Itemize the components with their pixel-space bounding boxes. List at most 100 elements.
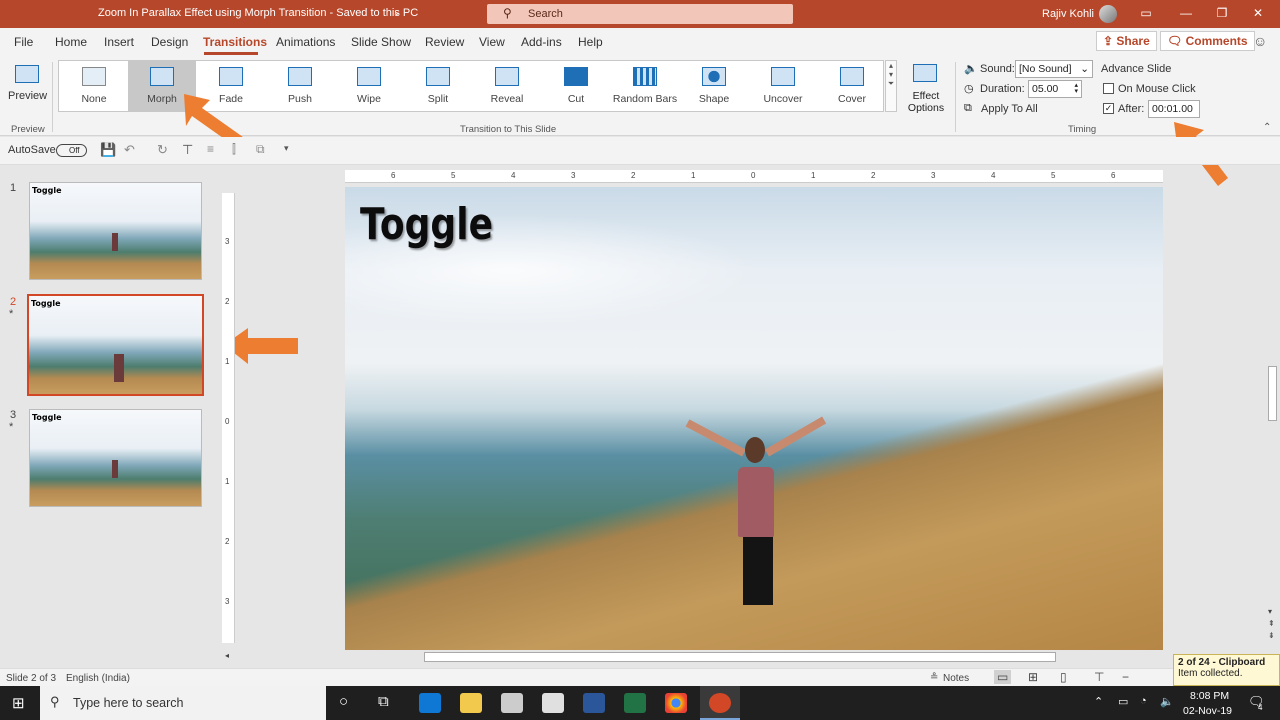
collapse-ribbon-icon[interactable]: ⌃ <box>1263 122 1271 133</box>
avatar[interactable] <box>1099 5 1117 23</box>
scroll-left-icon[interactable]: ◂ <box>225 651 229 660</box>
cut-icon <box>564 67 588 86</box>
slide-thumbnail-pane: 1 Toggle 2 * Toggle 3 * Toggle <box>0 166 218 668</box>
transition-reveal[interactable]: Reveal <box>473 61 541 111</box>
tab-add-ins[interactable]: Add-ins <box>521 35 562 49</box>
normal-view-icon[interactable]: ▭ <box>994 670 1012 684</box>
sound-dropdown[interactable]: [No Sound] ⌄ <box>1015 60 1093 78</box>
mail-icon[interactable] <box>542 693 564 713</box>
transition-cut[interactable]: Cut <box>542 61 610 111</box>
redo-icon[interactable]: ↻ <box>157 142 168 158</box>
tab-transitions[interactable]: Transitions <box>203 35 267 49</box>
notification-count: 4 <box>1258 703 1263 712</box>
on-mouse-click-checkbox[interactable] <box>1103 83 1114 94</box>
store-icon[interactable] <box>501 693 523 713</box>
chrome-icon[interactable] <box>665 693 687 713</box>
distribute-icon[interactable]: ⫿ <box>232 142 236 157</box>
comments-button[interactable]: 🗨 Comments <box>1160 31 1255 51</box>
user-name[interactable]: Rajiv Kohli <box>1042 8 1094 20</box>
smiley-icon[interactable]: ☺ <box>1253 33 1267 49</box>
notes-button[interactable]: Notes <box>943 673 969 684</box>
autosave-label: AutoSave <box>8 144 56 156</box>
taskbar-time[interactable]: 8:08 PM <box>1190 690 1229 702</box>
tab-design[interactable]: Design <box>151 35 188 49</box>
restore-icon[interactable]: ❐ <box>1212 6 1232 22</box>
battery-icon[interactable]: ▭ <box>1118 695 1128 708</box>
minimize-icon[interactable]: — <box>1176 6 1196 22</box>
taskbar-date[interactable]: 02-Nov-19 <box>1183 705 1232 717</box>
tab-insert[interactable]: Insert <box>104 35 134 49</box>
search-box[interactable]: ⚲ Search <box>487 4 793 24</box>
task-view-icon[interactable]: ⧉ <box>378 693 389 710</box>
scroll-page-icons[interactable]: ▾ ⇞ ⇟ <box>1268 606 1275 642</box>
taskbar-search[interactable]: ⚲ Type here to search <box>40 686 326 720</box>
slide-thumbnail-3[interactable]: Toggle <box>29 409 202 507</box>
status-bar: Slide 2 of 3 English (India) ≗ Notes ▭ ⊞… <box>0 668 1280 686</box>
group-icon[interactable]: ⧉ <box>256 142 265 157</box>
slide-sorter-icon[interactable]: ⊞ <box>1028 670 1038 684</box>
powerpoint-task-active[interactable] <box>700 686 740 720</box>
transition-wipe[interactable]: Wipe <box>335 61 403 111</box>
person-head <box>745 437 765 463</box>
horizontal-scrollbar[interactable]: ◂ <box>222 650 1265 664</box>
volume-icon[interactable]: 🔈 <box>1160 695 1174 708</box>
customize-qat-icon[interactable]: ▾ <box>284 143 289 154</box>
vertical-scrollbar[interactable]: ▾ ⇞ ⇟ <box>1265 166 1280 650</box>
transition-label: Cut <box>567 93 585 105</box>
reading-view-icon[interactable]: ▯ <box>1060 670 1067 684</box>
after-time-field[interactable]: 00:01.00 <box>1148 100 1200 118</box>
transition-uncover[interactable]: Uncover <box>749 61 817 111</box>
scroll-thumb[interactable] <box>1268 366 1277 421</box>
cortana-icon[interactable]: ○ <box>339 693 348 710</box>
transition-cover[interactable]: Cover <box>818 61 886 111</box>
language-indicator[interactable]: English (India) <box>66 673 130 684</box>
file-explorer-icon[interactable] <box>460 693 482 713</box>
share-button[interactable]: ⇪ Share <box>1096 31 1157 51</box>
preview-button[interactable]: Preview <box>4 60 48 110</box>
transition-random-bars[interactable]: Random Bars <box>611 61 679 111</box>
slide-thumbnail-1[interactable]: Toggle <box>29 182 202 280</box>
duration-field[interactable]: 05.00 ▴ ▾ <box>1028 80 1082 98</box>
align-icon[interactable]: ≡ <box>207 142 214 156</box>
slide-title[interactable]: Toggle <box>360 199 493 250</box>
spinner-icon[interactable]: ▴ ▾ <box>1074 82 1078 95</box>
autosave-toggle[interactable]: Off <box>56 144 87 157</box>
save-icon[interactable]: 💾 <box>100 142 116 158</box>
speaker-icon: 🔈 <box>964 63 978 75</box>
tab-file[interactable]: File <box>14 35 33 49</box>
tab-help[interactable]: Help <box>578 35 603 49</box>
network-icon[interactable]: ◔ <box>1140 695 1147 707</box>
excel-icon[interactable] <box>624 693 646 713</box>
apply-to-all-button[interactable]: Apply To All <box>981 103 1038 115</box>
clipboard-notification[interactable]: 2 of 24 - Clipboard Item collected. <box>1173 654 1280 686</box>
tab-review[interactable]: Review <box>425 35 464 49</box>
tray-chevron-icon[interactable]: ⌃ <box>1094 695 1103 708</box>
undo-icon[interactable]: ↶ <box>124 142 135 158</box>
tab-view[interactable]: View <box>479 35 505 49</box>
ribbon-display-icon[interactable]: ▭ <box>1136 6 1156 22</box>
person-body <box>738 467 774 537</box>
close-icon[interactable]: ✕ <box>1248 6 1268 22</box>
word-icon[interactable] <box>583 693 605 713</box>
tab-animations[interactable]: Animations <box>276 35 335 49</box>
slideshow-view-icon[interactable]: ⊤ <box>1094 670 1104 684</box>
slide-thumbnail-2[interactable]: Toggle <box>27 294 204 396</box>
zoom-out-icon[interactable]: − <box>1122 670 1129 684</box>
document-title[interactable]: Zoom In Parallax Effect using Morph Tran… <box>98 7 418 19</box>
scroll-thumb[interactable] <box>424 652 1056 662</box>
ruler-tick: 1 <box>811 171 816 180</box>
windows-start-icon[interactable]: ⊞ <box>12 694 25 712</box>
transition-shape[interactable]: Shape <box>680 61 748 111</box>
gallery-scroll[interactable]: ▴ ▾ ⏷ <box>885 60 897 112</box>
effect-options-button[interactable]: Effect Options <box>903 60 949 116</box>
after-checkbox[interactable]: ✓ <box>1103 103 1114 114</box>
chevron-down-icon[interactable]: ⌄ <box>393 7 401 18</box>
slide-canvas[interactable]: Toggle <box>345 187 1163 650</box>
transition-push[interactable]: Push <box>266 61 334 111</box>
tab-home[interactable]: Home <box>55 35 87 49</box>
transition-split[interactable]: Split <box>404 61 472 111</box>
edge-icon[interactable] <box>419 693 441 713</box>
tab-slide-show[interactable]: Slide Show <box>351 35 411 49</box>
start-slideshow-icon[interactable]: ⊤ <box>182 142 193 158</box>
transition-none[interactable]: None <box>60 61 128 111</box>
